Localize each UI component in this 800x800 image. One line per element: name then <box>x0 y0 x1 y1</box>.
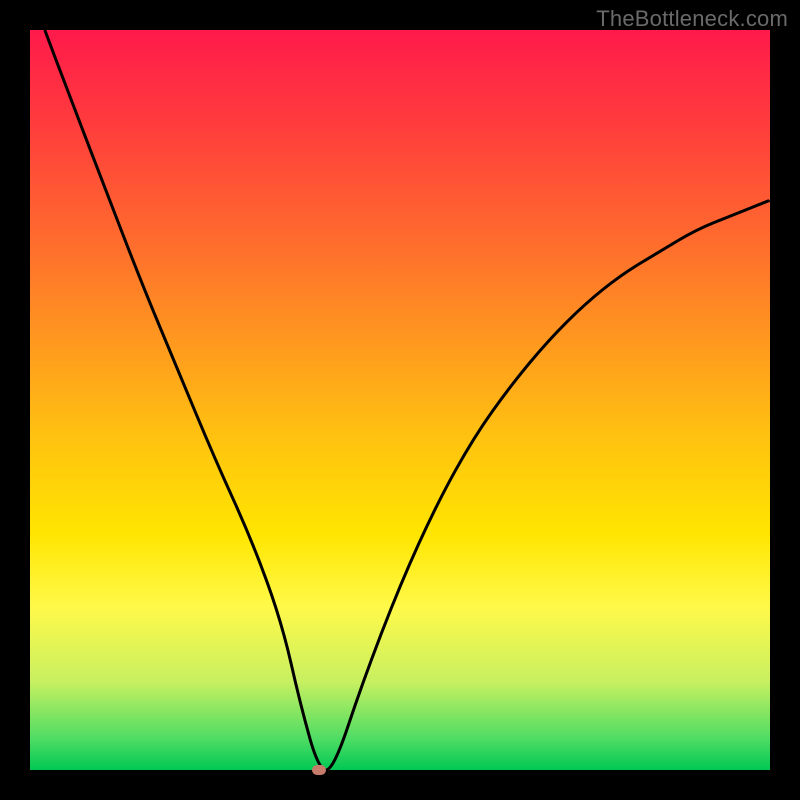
curve-svg <box>30 30 770 770</box>
minimum-marker <box>312 765 326 775</box>
bottleneck-curve <box>45 30 770 770</box>
chart-frame: TheBottleneck.com <box>0 0 800 800</box>
plot-area <box>30 30 770 770</box>
watermark-text: TheBottleneck.com <box>596 6 788 32</box>
